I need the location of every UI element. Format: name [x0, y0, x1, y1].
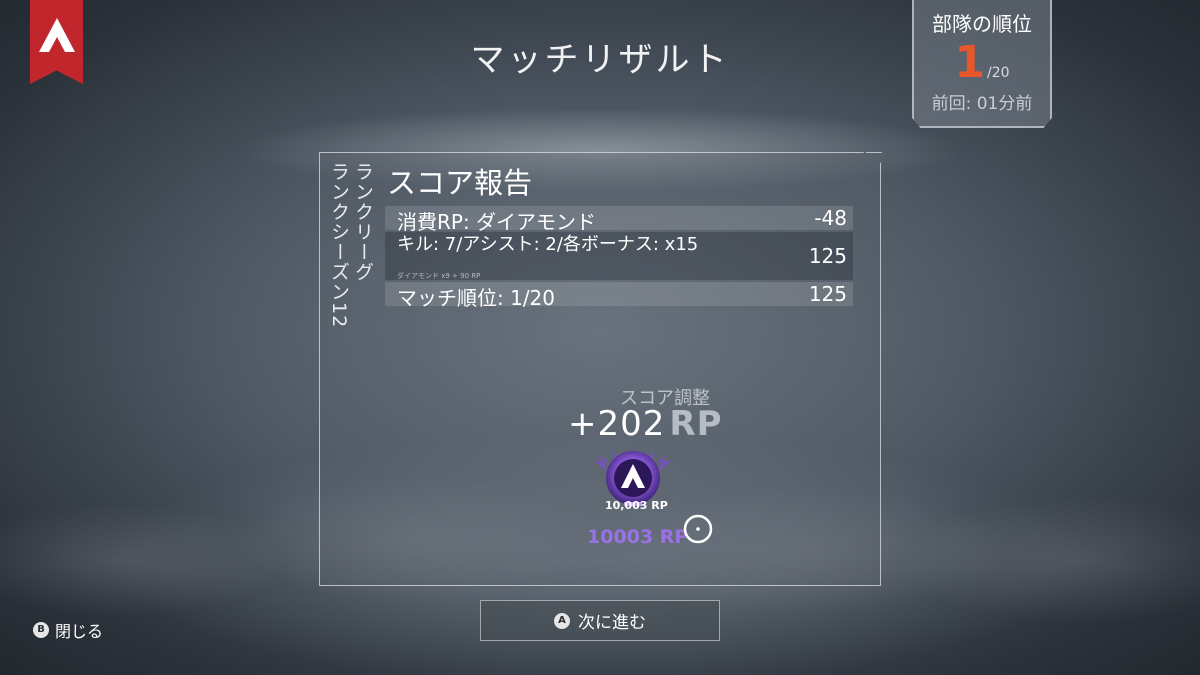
total-rp: 10003 RP: [587, 526, 689, 548]
score-row-value: 125: [808, 244, 847, 268]
score-row-placement: マッチ順位: 1/20 125: [385, 282, 853, 310]
b-button-icon: B: [33, 622, 49, 638]
panel-corner-decoration: [866, 152, 882, 169]
score-row-entry-cost: 消費RP: ダイアモンド -48: [385, 206, 853, 234]
score-adjustment-value: +202 RP: [568, 404, 723, 444]
placement-previous: 前回: 01分前: [931, 94, 1033, 114]
score-row-subtext: ダイアモンド x9 + 90 RP: [397, 272, 481, 280]
score-adjustment-unit: RP: [669, 404, 723, 444]
a-button-icon: A: [554, 612, 570, 629]
score-adjustment-number: +202: [568, 404, 666, 444]
badge-rp-label: 10,003 RP: [605, 499, 668, 512]
score-row-value: -48: [814, 206, 847, 230]
score-row-value: 125: [808, 282, 847, 306]
close-button[interactable]: B 閉じる: [33, 618, 103, 642]
score-report-title: スコア報告: [387, 166, 533, 200]
next-label: 次に進む: [578, 613, 646, 633]
score-row-label: キル: 7/アシスト: 2/各ボーナス: x15: [397, 234, 699, 255]
close-label: 閉じる: [55, 622, 104, 641]
squad-placement-panel: 部隊の順位 1/20 前回: 01分前: [912, 0, 1052, 128]
loading-ring-icon: [683, 514, 713, 544]
placement-rank-number: 1: [954, 37, 986, 88]
placement-title: 部隊の順位: [932, 12, 1032, 36]
placement-rank: 1/20: [914, 37, 1050, 89]
score-row-label: マッチ順位: 1/20: [397, 286, 556, 310]
placement-rank-total: /20: [987, 65, 1010, 81]
next-button[interactable]: A 次に進む: [480, 600, 720, 641]
season-label: ランクリーグ ランクシーズン12: [328, 162, 374, 329]
